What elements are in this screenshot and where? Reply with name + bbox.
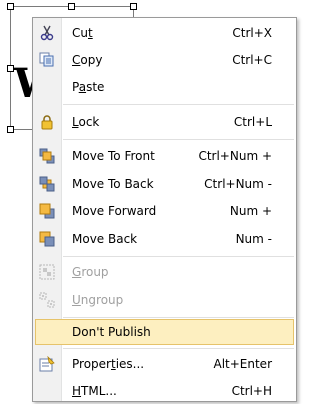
menu-item-paste[interactable]: Paste [35,74,294,100]
resize-handle-bottom-left[interactable] [7,126,14,133]
menu-item-label: Lock [72,115,99,129]
send-to-back-icon [38,175,56,193]
menu-item-shortcut: Ctrl+Num - [204,177,272,191]
resize-handle-middle-left[interactable] [7,65,14,72]
lock-icon [38,113,56,131]
menu-item-label: Paste [72,80,104,94]
menu-item-shortcut: Ctrl+L [233,115,272,129]
menu-item-cut[interactable]: Cut Ctrl+X [35,20,294,46]
ungroup-icon [38,291,56,309]
send-backward-icon [38,230,56,248]
menu-item-text: Cut [72,26,93,40]
menu-item-ungroup[interactable]: Ungroup [35,287,294,313]
menu-separator [63,256,294,257]
menu-item-text: Paste [72,80,105,94]
menu-item-dont-publish[interactable]: Don't Publish [35,319,294,345]
menu-item-label: Move Forward [72,204,156,218]
bring-to-front-icon [38,147,56,165]
access-key-char: a [78,80,87,94]
menu-item-move-back[interactable]: Move Back Num - [35,226,294,252]
menu-item-shortcut: Alt+Enter [213,357,272,371]
access-key-char: H [72,384,82,398]
access-key-char: L [72,115,79,129]
menu-item-label: Cut [72,26,93,40]
group-icon [38,263,56,281]
menu-item-text: Properties... [72,357,145,371]
copy-icon [38,51,56,69]
menu-item-text: Lock [72,115,100,129]
scissors-icon [38,24,56,42]
menu-item-properties[interactable]: Properties... Alt+Enter [35,351,294,377]
menu-item-move-forward[interactable]: Move Forward Num + [35,198,294,224]
access-key-char: t [110,357,116,371]
menu-item-label: Ungroup [72,293,123,307]
menu-item-text: Move To Front [72,149,155,163]
resize-handle-top-left[interactable] [7,3,14,10]
menu-item-text: Group [72,265,109,279]
menu-item-shortcut: Num - [235,232,272,246]
menu-separator [63,348,294,349]
menu-item-label: Move To Front [72,149,155,163]
menu-item-label: Move Back [72,232,137,246]
menu-item-move-to-front[interactable]: Move To Front Ctrl+Num + [35,143,294,169]
access-key-char: U [72,293,81,307]
menu-item-shortcut: Ctrl+C [232,53,272,67]
menu-item-text: Move To Back [72,177,154,191]
menu-item-label: Properties... [72,357,144,371]
menu-item-text: Move Forward [72,204,157,218]
menu-item-copy[interactable]: Copy Ctrl+C [35,47,294,73]
menu-item-label: Don't Publish [72,325,151,339]
menu-item-move-to-back[interactable]: Move To Back Ctrl+Num - [35,171,294,197]
bring-forward-icon [38,202,56,220]
menu-item-label: Copy [72,53,102,67]
menu-item-html[interactable]: HTML... Ctrl+H [35,378,294,404]
menu-separator [63,139,294,140]
access-key-char: G [72,265,82,279]
menu-item-shortcut: Ctrl+H [231,384,272,398]
menu-item-label: HTML... [72,384,117,398]
menu-separator [63,104,294,105]
resize-handle-top-right[interactable] [130,3,137,10]
menu-item-label: Group [72,265,109,279]
menu-item-lock[interactable]: Lock Ctrl+L [35,109,294,135]
context-menu: Cut Ctrl+X Copy Ctrl+C Paste Lock Ctrl+L… [32,17,297,402]
access-key-char: t [87,26,93,40]
menu-item-shortcut: Ctrl+X [232,26,272,40]
menu-item-text: HTML... [72,384,117,398]
resize-handle-top-center[interactable] [68,3,75,10]
properties-icon [38,355,56,373]
menu-item-text: Move Back [72,232,138,246]
menu-separator [63,317,294,318]
menu-item-group[interactable]: Group [35,259,294,285]
menu-item-text: Ungroup [72,293,124,307]
menu-item-shortcut: Num + [229,204,272,218]
access-key-char: C [72,53,81,67]
menu-item-shortcut: Ctrl+Num + [198,149,272,163]
menu-item-label: Move To Back [72,177,154,191]
menu-item-text: Don't Publish [72,325,151,339]
menu-item-text: Copy [72,53,103,67]
